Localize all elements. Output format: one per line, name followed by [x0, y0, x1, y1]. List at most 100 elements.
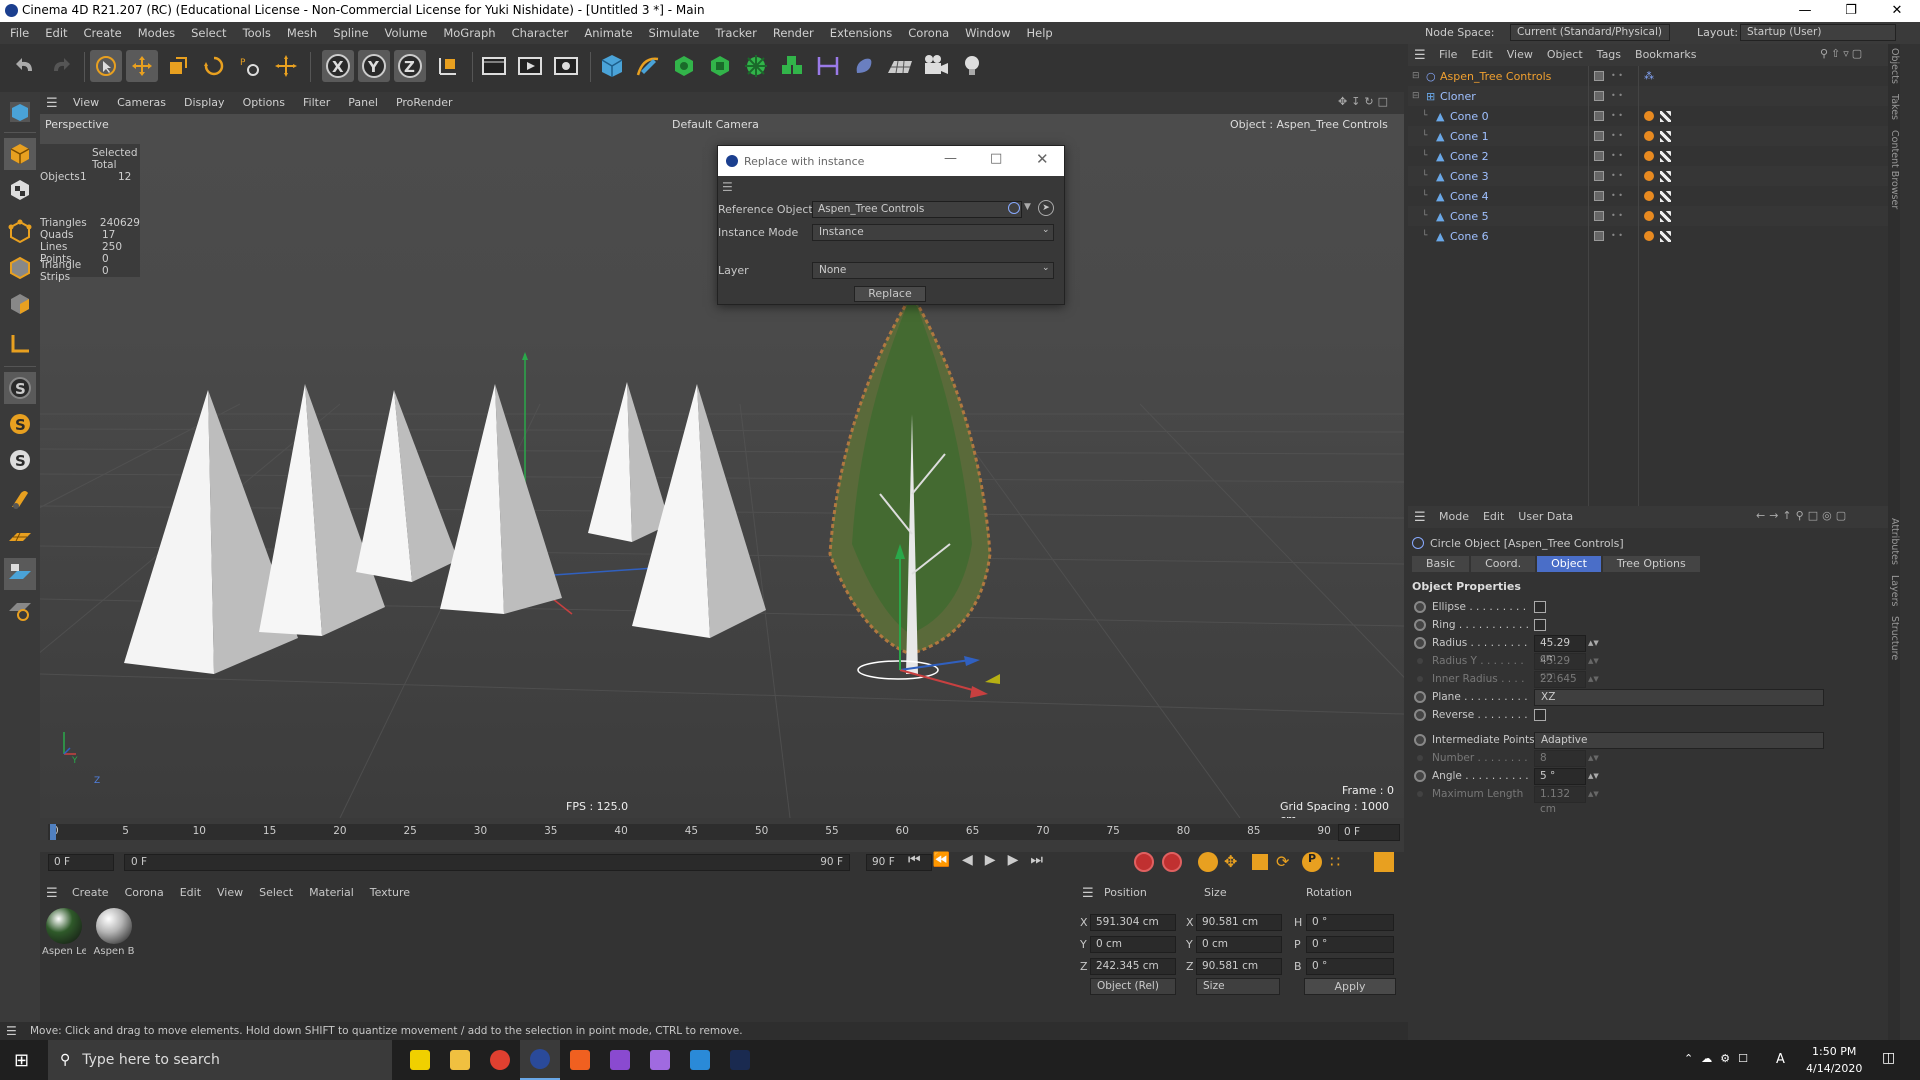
menu-character[interactable]: Character [504, 22, 577, 44]
texture-tag-icon[interactable] [1660, 210, 1671, 222]
animate-property-icon[interactable] [1417, 676, 1423, 682]
property-checkbox[interactable] [1534, 619, 1546, 631]
object-name[interactable]: Cloner [1440, 90, 1590, 103]
object-name[interactable]: Cone 5 [1450, 210, 1600, 223]
object-row[interactable]: └ ▲ Cone 4 • • [1408, 186, 1888, 206]
recent-tool-icon[interactable]: P [234, 50, 266, 82]
chrome-icon[interactable] [480, 1040, 520, 1080]
hamburger-icon[interactable]: ☰ [46, 886, 64, 901]
stepper-icon[interactable]: ▲▼ [1588, 754, 1599, 762]
viewport-menu-filter[interactable]: Filter [294, 92, 339, 114]
visibility-toggle-icon[interactable] [1594, 111, 1604, 121]
texture-tag-icon[interactable] [1660, 110, 1671, 122]
visibility-toggle-icon[interactable] [1594, 131, 1604, 141]
notification-icon[interactable]: ◫ [1882, 1050, 1895, 1066]
property-number-field[interactable]: 22.645 cm [1534, 670, 1586, 700]
object-name[interactable]: Aspen_Tree Controls [1440, 70, 1590, 83]
menu-select[interactable]: Select [183, 22, 234, 44]
object-row[interactable]: ⊟ ⊞ Cloner • • [1408, 86, 1888, 106]
rotation-field[interactable]: 0 ° [1306, 958, 1394, 975]
layout-select[interactable]: Startup (User) [1740, 24, 1896, 41]
animate-property-icon[interactable] [1417, 658, 1423, 664]
xpresso-tag-icon[interactable]: ⁂ [1644, 71, 1654, 82]
material-menu-create[interactable]: Create [64, 882, 117, 904]
hamburger-icon[interactable]: ☰ [1414, 48, 1432, 63]
workplane-snap-icon[interactable]: S [4, 444, 36, 476]
viewport-menu-panel[interactable]: Panel [339, 92, 387, 114]
language-indicator[interactable]: A [1776, 1052, 1785, 1067]
rotation-field[interactable]: 0 ° [1306, 914, 1394, 931]
viewport-menu-cameras[interactable]: Cameras [108, 92, 175, 114]
texture-mode-icon[interactable] [4, 174, 36, 206]
property-select[interactable]: XZ [1534, 688, 1824, 706]
texture-tag-icon[interactable] [1660, 130, 1671, 142]
vscode-icon[interactable] [680, 1040, 720, 1080]
material-menu-corona[interactable]: Corona [117, 882, 172, 904]
stepper-icon[interactable]: ▲▼ [1588, 772, 1599, 780]
clock-date[interactable]: 4/14/2020 [1806, 1062, 1862, 1075]
record-icon[interactable] [1134, 852, 1154, 872]
model-mode-icon[interactable] [4, 138, 36, 170]
polygons-mode-icon[interactable] [4, 288, 36, 320]
cinema4d-icon[interactable] [520, 1040, 560, 1080]
property-select[interactable]: Adaptive [1534, 731, 1824, 749]
material-menu-edit[interactable]: Edit [172, 882, 209, 904]
axis-mode-icon[interactable] [4, 328, 36, 360]
close-icon[interactable]: ✕ [1874, 0, 1920, 22]
menu-spline[interactable]: Spline [325, 22, 376, 44]
render-view-icon[interactable] [514, 50, 546, 82]
menu-extensions[interactable]: Extensions [822, 22, 900, 44]
property-number-field[interactable]: 8 [1534, 749, 1586, 767]
mograph-cloner-icon[interactable] [740, 50, 772, 82]
tab-tree-options[interactable]: Tree Options [1602, 556, 1700, 572]
instance-mode-select[interactable]: Instance [812, 224, 1054, 241]
live-selection-icon[interactable] [270, 50, 302, 82]
stepper-icon[interactable]: ▲▼ [1588, 639, 1599, 647]
render-dots-icon[interactable]: • • [1611, 92, 1623, 100]
side-tab[interactable]: Layers [1888, 575, 1900, 606]
file-explorer-icon[interactable] [440, 1040, 480, 1080]
attributes-menu-user-data[interactable]: User Data [1511, 506, 1580, 528]
phong-tag-icon[interactable] [1644, 191, 1654, 201]
hamburger-icon[interactable]: ☰ [1414, 510, 1432, 525]
menu-simulate[interactable]: Simulate [641, 22, 708, 44]
menu-animate[interactable]: Animate [576, 22, 640, 44]
deformer-icon[interactable] [812, 50, 844, 82]
object-row[interactable]: └ ▲ Cone 5 • • [1408, 206, 1888, 226]
close-icon[interactable]: ✕ [1036, 150, 1049, 168]
scale-key-icon[interactable] [1252, 854, 1268, 870]
stepper-icon[interactable]: ▲▼ [1588, 675, 1599, 683]
object-row[interactable]: └ ▲ Cone 1 • • [1408, 126, 1888, 146]
scale-tool-icon[interactable] [162, 50, 194, 82]
size-field[interactable]: 90.581 cm [1196, 958, 1282, 975]
camera-icon[interactable] [920, 50, 952, 82]
snap-icon[interactable]: S [4, 372, 36, 404]
visibility-toggle-icon[interactable] [1594, 191, 1604, 201]
object-menu-bookmarks[interactable]: Bookmarks [1628, 44, 1703, 66]
rotate-key-icon[interactable]: ⟳ [1276, 852, 1289, 871]
move-tool-icon[interactable] [126, 50, 158, 82]
side-tab[interactable]: Objects [1888, 48, 1900, 84]
replace-button[interactable]: Replace [854, 286, 926, 302]
hamburger-icon[interactable]: ☰ [46, 96, 64, 111]
property-checkbox[interactable] [1534, 601, 1546, 613]
render-settings-icon[interactable] [550, 50, 582, 82]
start-frame-field[interactable]: 0 F [48, 854, 114, 871]
texture-tag-icon[interactable] [1660, 230, 1671, 242]
size-field[interactable]: 0 cm [1196, 936, 1282, 953]
object-row[interactable]: ⊟ ○ Aspen_Tree Controls • • ⁂ [1408, 66, 1888, 86]
windows-start-icon[interactable]: ⊞ [14, 1050, 29, 1071]
menu-tracker[interactable]: Tracker [707, 22, 765, 44]
rotate-tool-icon[interactable] [198, 50, 230, 82]
tweak-mode-icon[interactable] [4, 484, 36, 516]
y-axis-icon[interactable]: Y [358, 50, 390, 82]
object-menu-edit[interactable]: Edit [1464, 44, 1499, 66]
cube-icon[interactable] [596, 50, 628, 82]
visibility-toggle-icon[interactable] [1594, 71, 1604, 81]
object-row[interactable]: └ ▲ Cone 0 • • [1408, 106, 1888, 126]
coordinate-system-icon[interactable] [432, 50, 464, 82]
phong-tag-icon[interactable] [1644, 131, 1654, 141]
autokey-icon[interactable] [1162, 852, 1182, 872]
material-menu-material[interactable]: Material [301, 882, 362, 904]
object-name[interactable]: Cone 0 [1450, 110, 1600, 123]
